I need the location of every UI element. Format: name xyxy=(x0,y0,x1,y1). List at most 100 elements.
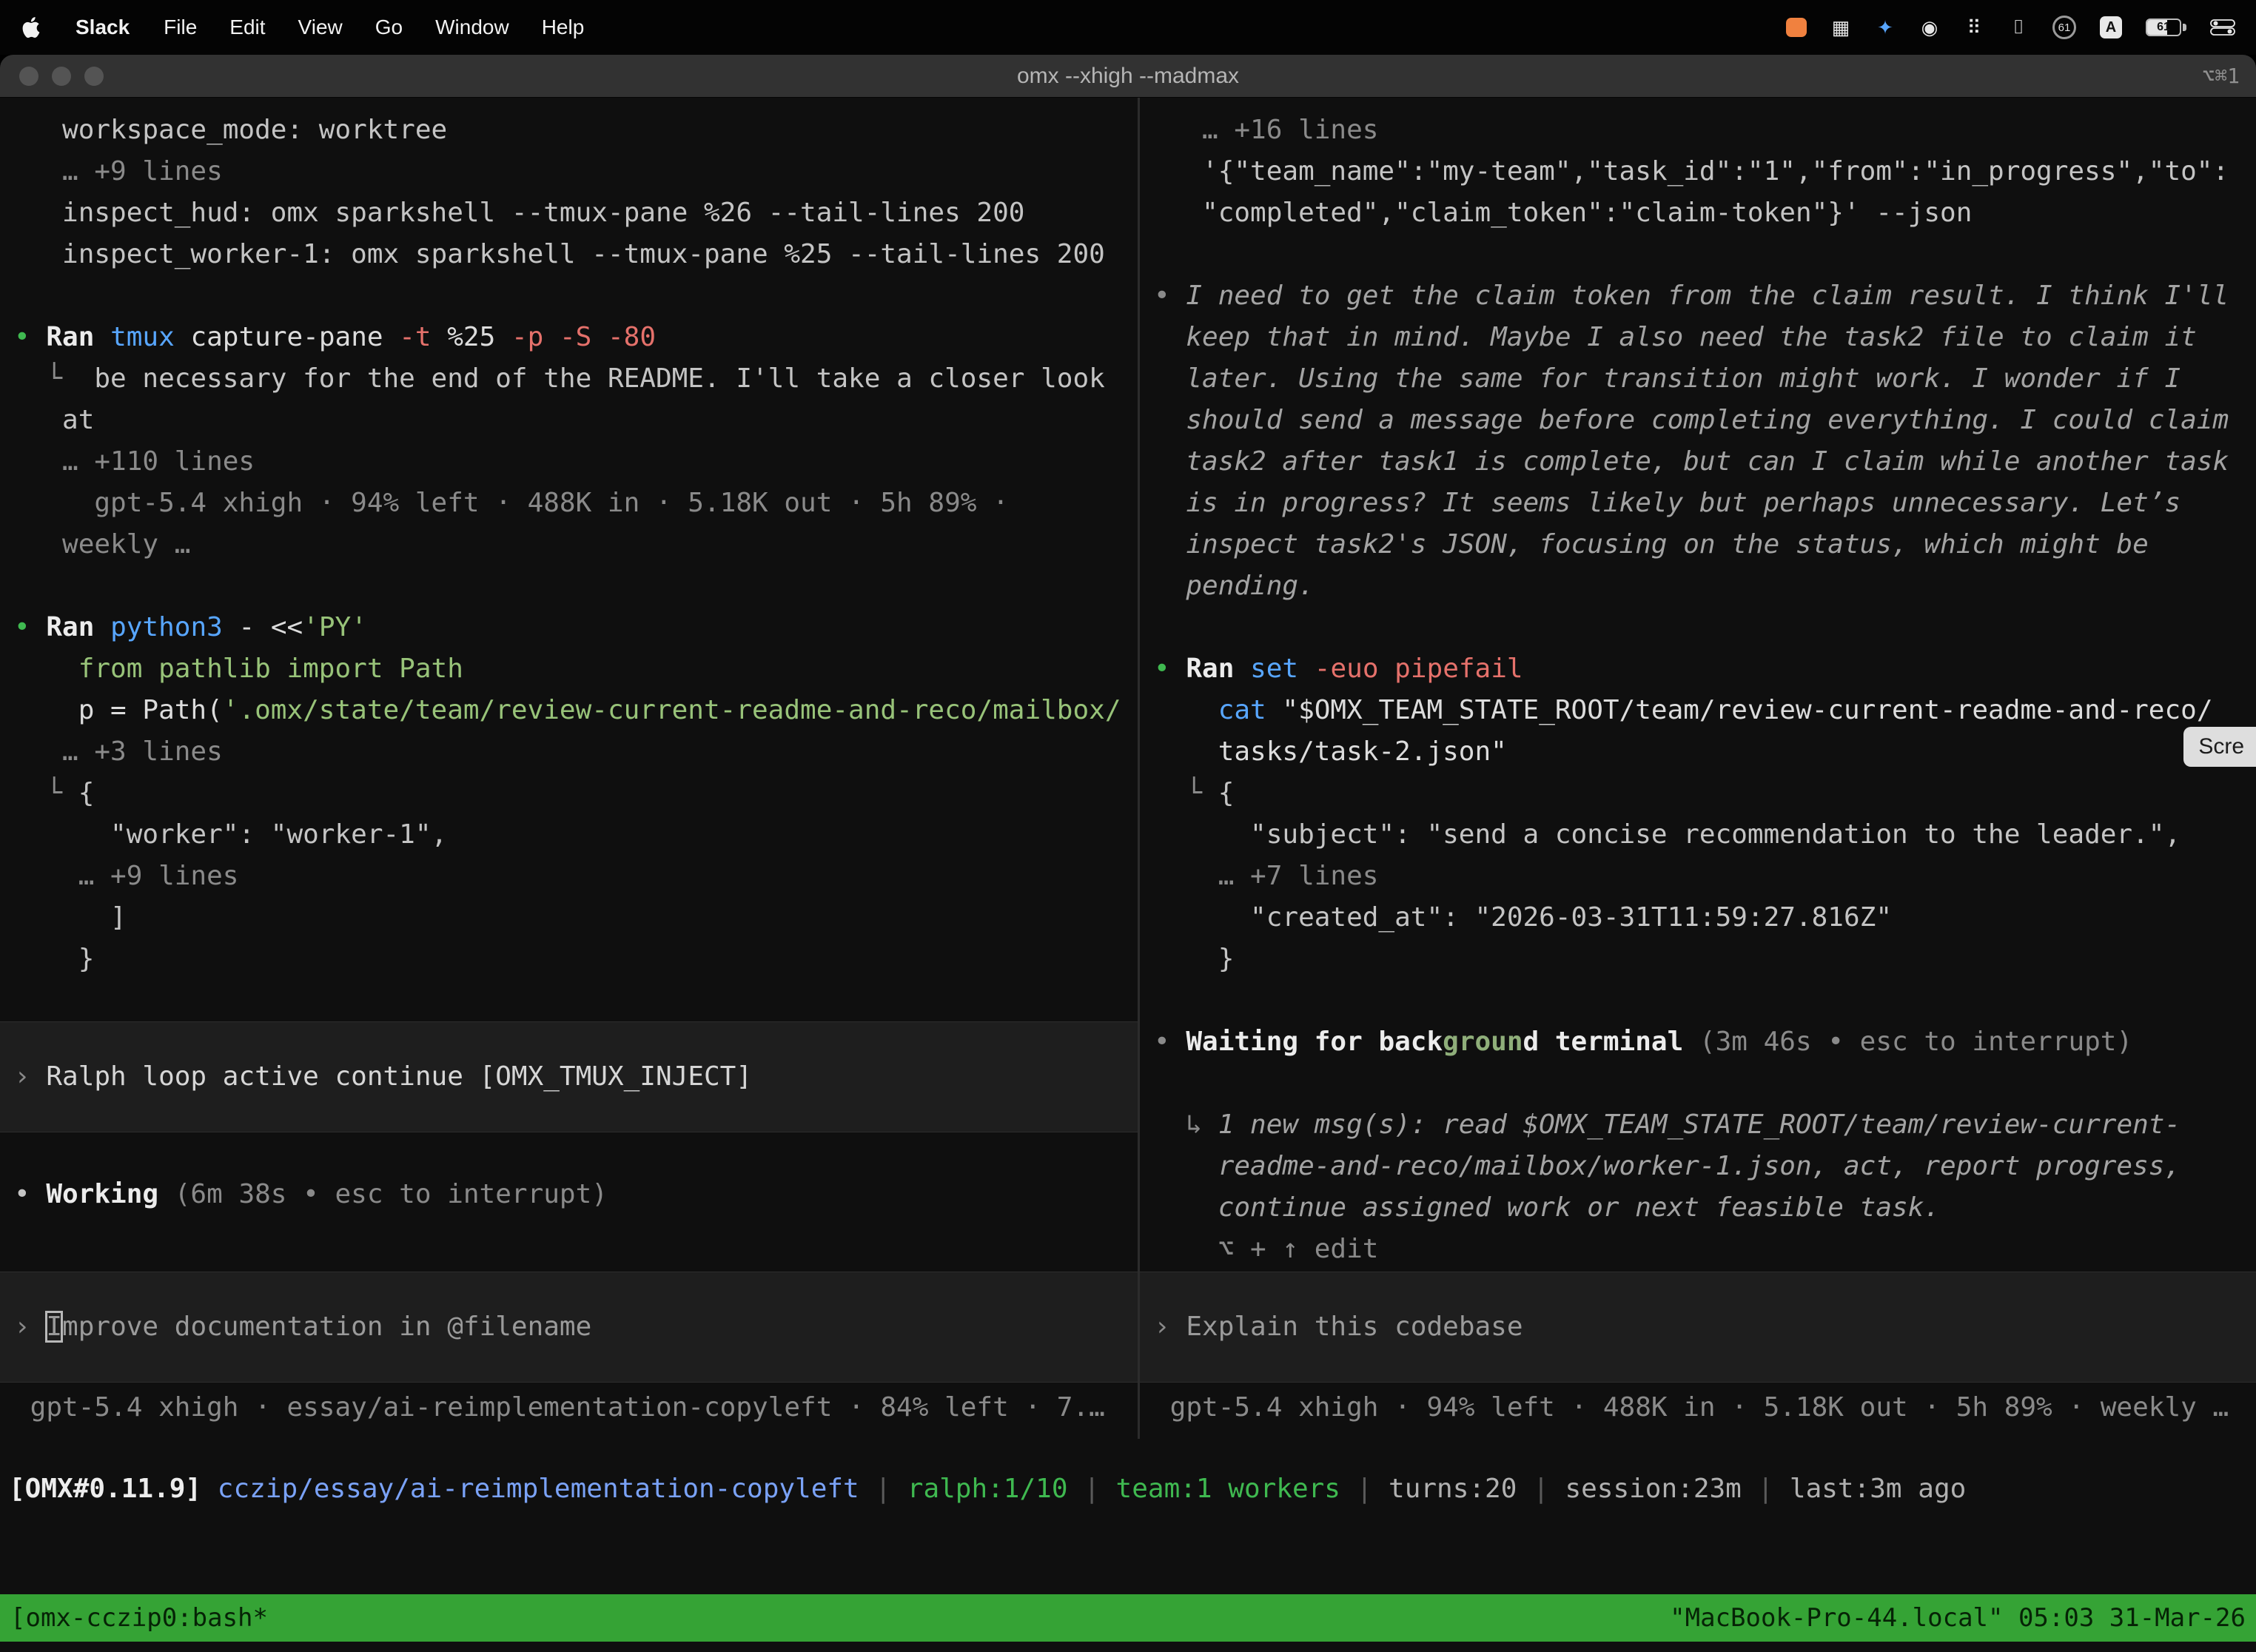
status-segment: turns:20 xyxy=(1389,1474,1517,1504)
prompt-input-right[interactable]: › Explain this codebase xyxy=(1140,1272,2256,1383)
terminal-text: • xyxy=(14,612,46,642)
terminal-text: d terminal xyxy=(1523,1027,1684,1057)
terminal-text: capture-pane xyxy=(175,322,399,352)
tmux-panes: workspace_mode: worktree … +9 lines insp… xyxy=(0,98,2256,1439)
terminal-line: task2 after task1 is complete, but can I… xyxy=(1140,441,2256,483)
terminal-line xyxy=(1140,980,2256,1021)
right-pane: … +16 lines '{"team_name":"my-team","tas… xyxy=(1140,98,2256,1439)
terminal-line xyxy=(0,980,1138,1021)
terminal-line: from pathlib import Path xyxy=(0,648,1138,690)
terminal-text: └ xyxy=(14,778,78,808)
terminal-text: gpt-5.4 xhigh · 94% left · 488K in · 5.1… xyxy=(1154,1392,2229,1423)
apple-menu-icon[interactable] xyxy=(21,16,41,39)
screen-overlay-chip: Scre xyxy=(2183,727,2256,767)
terminal-line: } xyxy=(1140,939,2256,980)
menu-view[interactable]: View xyxy=(298,16,343,39)
terminal-text: Explain this codebase xyxy=(1186,1312,1523,1342)
left-pane: workspace_mode: worktree … +9 lines insp… xyxy=(0,98,1138,1439)
terminal-line: └ { xyxy=(0,773,1138,814)
close-button[interactable] xyxy=(19,67,38,86)
terminal-text: python3 xyxy=(110,612,223,642)
active-app-name[interactable]: Slack xyxy=(75,16,130,39)
terminal-line: • Working (6m 38s • esc to interrupt) xyxy=(0,1174,1138,1215)
terminal-text: tasks/task-2.json" xyxy=(1154,736,1507,767)
battery-icon[interactable]: 61 xyxy=(2146,15,2186,40)
terminal-text: 'PY' xyxy=(303,612,367,642)
screen-recording-icon[interactable] xyxy=(1786,18,1807,37)
stage-manager-icon[interactable]: ⌷ xyxy=(2008,15,2029,40)
menu-window[interactable]: Window xyxy=(435,16,509,39)
camera-app-icon[interactable]: ◉ xyxy=(1919,15,1940,40)
menu-help[interactable]: Help xyxy=(542,16,585,39)
terminal-text: "$OMX_TEAM_STATE_ROOT/team/review-curren… xyxy=(1266,695,2213,725)
terminal-text: '.omx/state/team/review-current-readme-a… xyxy=(223,695,1121,725)
status-segment: | xyxy=(1068,1474,1116,1504)
terminal-window: omx --xhigh --madmax ⌥⌘1 workspace_mode:… xyxy=(0,55,2256,1652)
terminal-text: { xyxy=(1218,778,1235,808)
terminal-text: • xyxy=(1154,654,1186,684)
terminal-text: … +9 lines xyxy=(14,156,223,187)
minimize-button[interactable] xyxy=(52,67,71,86)
terminal-line xyxy=(1140,234,2256,275)
terminal-text: groun xyxy=(1443,1027,1523,1057)
zoom-button[interactable] xyxy=(84,67,104,86)
spark-app-icon[interactable]: ✦ xyxy=(1875,15,1896,40)
terminal-text: readme-and-reco/mailbox/worker-1.json, a… xyxy=(1154,1151,2181,1181)
queued-message: › Ralph loop active continue [OMX_TMUX_I… xyxy=(0,1021,1138,1132)
prompt-input-left[interactable]: › Improve documentation in @filename xyxy=(0,1272,1138,1383)
terminal-text: mprove documentation in @filename xyxy=(62,1312,591,1342)
terminal-line: ] xyxy=(0,897,1138,939)
terminal-line: is in progress? It seems likely but perh… xyxy=(1140,483,2256,524)
terminal-text: gpt-5.4 xhigh · 94% left · 488K in · 5.1… xyxy=(14,488,1009,518)
terminal-text: … +9 lines xyxy=(14,861,238,891)
status-segment: | xyxy=(1742,1474,1790,1504)
terminal-line: … +9 lines xyxy=(0,856,1138,897)
control-center-icon[interactable] xyxy=(2210,15,2235,40)
terminal-line: • Ran set -euo pipefail xyxy=(1140,648,2256,690)
terminal-text: I xyxy=(46,1312,62,1342)
window-titlebar: omx --xhigh --madmax ⌥⌘1 xyxy=(0,55,2256,98)
terminal-text: from pathlib import Path xyxy=(14,654,463,684)
battery-percent-ring[interactable]: 61 xyxy=(2052,16,2076,39)
terminal-text: task2 after task1 is complete, but can I… xyxy=(1154,446,2229,477)
terminal-line: readme-and-reco/mailbox/worker-1.json, a… xyxy=(1140,1146,2256,1187)
terminal-text: • xyxy=(1154,1027,1186,1057)
input-source-icon[interactable]: A xyxy=(2100,16,2122,38)
menu-go[interactable]: Go xyxy=(375,16,403,39)
terminal-line: • Waiting for background terminal (3m 46… xyxy=(1140,1021,2256,1063)
prompt-input-right: › Explain this codebase xyxy=(1140,1306,2256,1348)
app-grid-icon[interactable]: ⠿ xyxy=(1964,15,1984,40)
terminal-line: later. Using the same for transition mig… xyxy=(1140,358,2256,400)
terminal-text: is in progress? It seems likely but perh… xyxy=(1154,488,2181,518)
menu-file[interactable]: File xyxy=(164,16,197,39)
terminal-text: … +7 lines xyxy=(1154,861,1378,891)
terminal-line: inspect_worker-1: omx sparkshell --tmux-… xyxy=(0,234,1138,275)
omx-status-line: [OMX#0.11.9] cczip/essay/ai-reimplementa… xyxy=(0,1468,2256,1510)
terminal-line: at xyxy=(0,400,1138,441)
terminal-text: tmux xyxy=(110,322,175,352)
window-title: omx --xhigh --madmax xyxy=(0,64,2256,89)
terminal-line: "subject": "send a concise recommendatio… xyxy=(1140,814,2256,856)
terminal-text: › xyxy=(14,1312,46,1342)
terminal-line: ↳ 1 new msg(s): read $OMX_TEAM_STATE_ROO… xyxy=(1140,1104,2256,1146)
terminal-text: workspace_mode: worktree xyxy=(14,115,447,145)
tmux-host-clock: "MacBook-Pro-44.local" 05:03 31-Mar-26 xyxy=(1670,1603,2246,1633)
terminal-line: continue assigned work or next feasible … xyxy=(1140,1187,2256,1229)
terminal-text: Waiting for back xyxy=(1186,1027,1443,1057)
terminal-line: workspace_mode: worktree xyxy=(0,110,1138,151)
terminal-line: gpt-5.4 xhigh · 94% left · 488K in · 5.1… xyxy=(0,483,1138,524)
terminal-text: cat xyxy=(1218,695,1266,725)
prompt-input-left: › Improve documentation in @filename xyxy=(0,1306,1138,1348)
terminal-text: inspect task2's JSON, focusing on the st… xyxy=(1154,529,2149,560)
terminal-line xyxy=(0,565,1138,607)
terminal-text: later. Using the same for transition mig… xyxy=(1154,363,2181,394)
window-manager-icon[interactable]: ▦ xyxy=(1830,15,1851,40)
terminal-text: } xyxy=(1154,944,1234,974)
terminal-text: (6m 38s • esc to interrupt) xyxy=(158,1179,608,1209)
terminal-text: weekly … xyxy=(14,529,190,560)
terminal-line: └ be necessary for the end of the README… xyxy=(0,358,1138,400)
terminal-text: %25 xyxy=(432,322,511,352)
terminal-text: Ran xyxy=(1186,654,1234,684)
terminal-text: › xyxy=(1154,1312,1186,1342)
menu-edit[interactable]: Edit xyxy=(229,16,265,39)
